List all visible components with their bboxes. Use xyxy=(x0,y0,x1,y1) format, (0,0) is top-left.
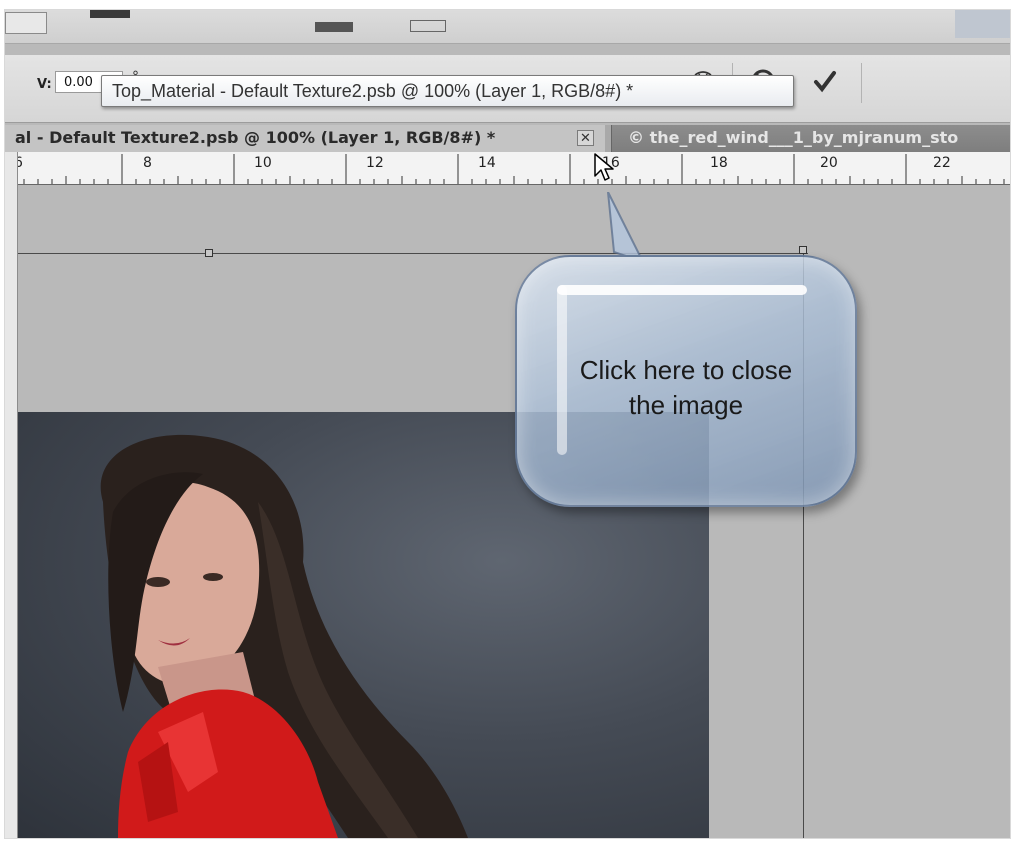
top-toolbar xyxy=(5,10,1010,44)
toolbar-icon[interactable] xyxy=(410,20,446,32)
ruler-label: 20 xyxy=(820,155,838,171)
toolbar-panel xyxy=(955,10,1010,38)
separator xyxy=(861,63,862,103)
toolbar-icon[interactable] xyxy=(315,22,353,32)
callout-line-1: Click here to close xyxy=(579,355,793,385)
callout-tail xyxy=(607,192,642,257)
tab-top-material[interactable]: al - Default Texture2.psb @ 100% (Layer … xyxy=(5,125,605,152)
toolbar-icon[interactable] xyxy=(90,10,130,18)
vertical-ruler xyxy=(5,152,18,838)
transform-handle[interactable] xyxy=(205,249,213,257)
horizontal-ruler: 6 8 10 12 14 16 18 20 22 xyxy=(5,152,1010,185)
toolbar-button[interactable] xyxy=(5,12,47,34)
transform-handle[interactable] xyxy=(799,246,807,254)
ruler-label: 14 xyxy=(478,155,496,171)
commit-transform-icon[interactable] xyxy=(811,67,839,95)
ruler-label: 8 xyxy=(143,155,152,171)
ruler-label: 18 xyxy=(710,155,728,171)
ruler-ticks xyxy=(9,154,1005,184)
transform-bounding-line xyxy=(18,253,808,254)
mouse-cursor-icon xyxy=(594,153,614,181)
tab-red-wind[interactable]: © the_red_wind___1_by_mjranum_sto xyxy=(611,125,1010,152)
document-tab-bar: al - Default Texture2.psb @ 100% (Layer … xyxy=(5,125,1010,152)
tab-label: © the_red_wind___1_by_mjranum_sto xyxy=(628,128,959,147)
instruction-callout: Click here to close the image xyxy=(515,255,857,507)
ruler-label: 10 xyxy=(254,155,272,171)
callout-highlight xyxy=(557,285,807,295)
v-label: V: xyxy=(37,77,52,92)
ruler-label: 22 xyxy=(933,155,951,171)
photoshop-window: V: 0.00 ° al - Default Texture2.psb @ 10… xyxy=(5,10,1010,838)
tab-tooltip: Top_Material - Default Texture2.psb @ 10… xyxy=(101,75,794,107)
callout-line-2: the image xyxy=(628,390,744,420)
callout-text: Click here to close the image xyxy=(537,353,835,423)
ruler-label: 12 xyxy=(366,155,384,171)
close-tab-button[interactable]: ✕ xyxy=(577,130,594,146)
tab-label: al - Default Texture2.psb @ 100% (Layer … xyxy=(15,128,496,147)
